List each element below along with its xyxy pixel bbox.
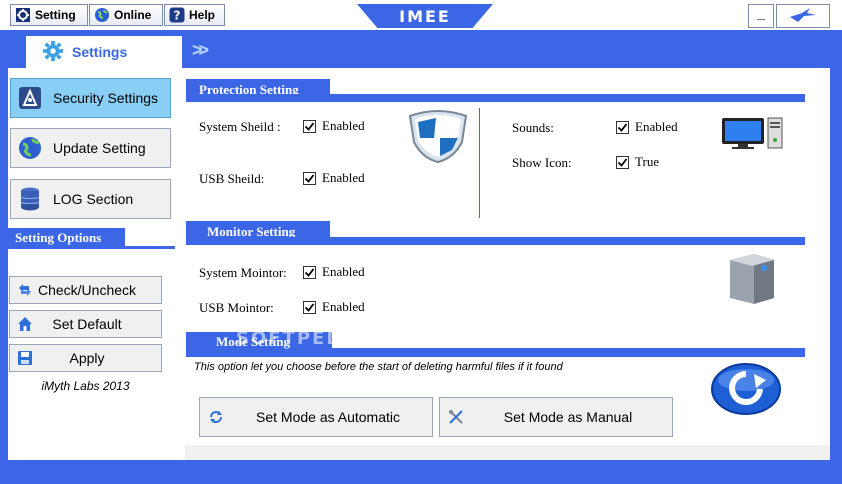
- sidebar-item-label: LOG Section: [53, 191, 134, 207]
- database-icon: [17, 186, 43, 212]
- settings-gear-icon: [42, 40, 64, 65]
- expand-chevrons-icon[interactable]: >>: [192, 40, 209, 61]
- protection-section-rule: [186, 94, 805, 102]
- protection-vertical-divider: [479, 108, 480, 218]
- system-shield-checkbox[interactable]: [303, 120, 316, 133]
- mode-description: This option let you choose before the st…: [194, 361, 563, 373]
- content-bottom-band: [185, 445, 830, 460]
- minimize-button[interactable]: _: [748, 4, 774, 28]
- usb-shield-value: Enabled: [322, 170, 365, 185]
- close-button[interactable]: [776, 4, 830, 28]
- usb-monitor-value: Enabled: [322, 299, 365, 314]
- show-icon-label: Show Icon:: [512, 155, 572, 170]
- setting-options-title: Setting Options: [5, 228, 125, 248]
- sidebar-item-label: Update Setting: [53, 140, 146, 156]
- system-monitor-value: Enabled: [322, 264, 365, 279]
- usb-monitor-label: USB Mointor:: [199, 300, 274, 315]
- setting-button-label: Setting: [35, 8, 76, 22]
- set-mode-automatic-button[interactable]: Set Mode as Automatic: [199, 397, 433, 437]
- check-uncheck-label: Check/Uncheck: [37, 282, 137, 298]
- usb-shield-label: USB Sheild:: [199, 171, 265, 186]
- show-icon-checkbox[interactable]: [616, 156, 629, 169]
- sidebar-item-log-section[interactable]: LOG Section: [10, 179, 171, 219]
- security-icon: [17, 85, 43, 111]
- online-button[interactable]: Online: [89, 4, 163, 26]
- sounds-label: Sounds:: [512, 120, 554, 135]
- apply-button[interactable]: Apply: [9, 344, 162, 372]
- set-default-label: Set Default: [52, 316, 122, 332]
- set-mode-automatic-label: Set Mode as Automatic: [256, 409, 400, 425]
- refresh-arrows-icon: [208, 409, 224, 425]
- app-logo-band: IMEE: [357, 4, 493, 28]
- update-globe-icon: [17, 135, 43, 161]
- globe-icon: [94, 7, 110, 23]
- check-icon: [304, 268, 315, 277]
- credit-text: iMyth Labs 2013: [41, 379, 130, 393]
- monitor-section-rule: [186, 237, 805, 245]
- usb-monitor-checkbox[interactable]: [303, 301, 316, 314]
- frame-right: [830, 68, 842, 484]
- footer-band: [0, 460, 842, 484]
- system-shield-label: System Sheild :: [199, 119, 281, 134]
- computer-icon: [720, 116, 786, 153]
- set-mode-manual-label: Set Mode as Manual: [503, 409, 633, 425]
- swap-arrows-icon: [17, 282, 33, 298]
- bird-close-icon: [788, 7, 818, 26]
- save-disk-icon: [17, 350, 33, 366]
- settings-tab-label: Settings: [72, 44, 128, 60]
- set-default-button[interactable]: Set Default: [9, 310, 162, 338]
- watermark-text: SOFTPEDIA: [236, 328, 368, 349]
- help-button-label: Help: [189, 8, 216, 22]
- sidebar-item-update-setting[interactable]: Update Setting: [10, 128, 171, 168]
- app-logo: IMEE: [399, 6, 451, 26]
- check-icon: [304, 174, 315, 183]
- settings-tab[interactable]: Settings: [26, 36, 182, 68]
- setting-button[interactable]: Setting: [10, 4, 88, 26]
- server-icon: [724, 250, 780, 309]
- check-icon: [617, 158, 628, 167]
- sounds-value: Enabled: [635, 119, 678, 134]
- help-icon-glyph: ?: [174, 9, 181, 23]
- help-icon: ?: [169, 7, 185, 23]
- system-monitor-label: System Mointor:: [199, 265, 287, 280]
- system-monitor-checkbox[interactable]: [303, 266, 316, 279]
- online-button-label: Online: [114, 8, 152, 22]
- check-uncheck-button[interactable]: Check/Uncheck: [9, 276, 162, 304]
- usb-shield-checkbox[interactable]: [303, 172, 316, 185]
- system-shield-value: Enabled: [322, 118, 365, 133]
- show-icon-value: True: [635, 154, 660, 169]
- apply-label: Apply: [69, 350, 105, 366]
- check-icon: [304, 303, 315, 312]
- refresh-icon[interactable]: [710, 362, 782, 419]
- home-icon: [17, 316, 33, 332]
- sounds-checkbox[interactable]: [616, 121, 629, 134]
- minimize-icon: _: [757, 5, 765, 21]
- check-icon: [617, 123, 628, 132]
- tools-icon: [448, 409, 464, 425]
- gear-icon: [15, 7, 31, 23]
- set-mode-manual-button[interactable]: Set Mode as Manual: [439, 397, 673, 437]
- help-button[interactable]: ? Help: [164, 4, 225, 26]
- check-icon: [304, 122, 315, 131]
- sidebar-item-security-settings[interactable]: Security Settings: [10, 78, 171, 118]
- shield-icon: [406, 108, 470, 167]
- sidebar-item-label: Security Settings: [53, 90, 159, 106]
